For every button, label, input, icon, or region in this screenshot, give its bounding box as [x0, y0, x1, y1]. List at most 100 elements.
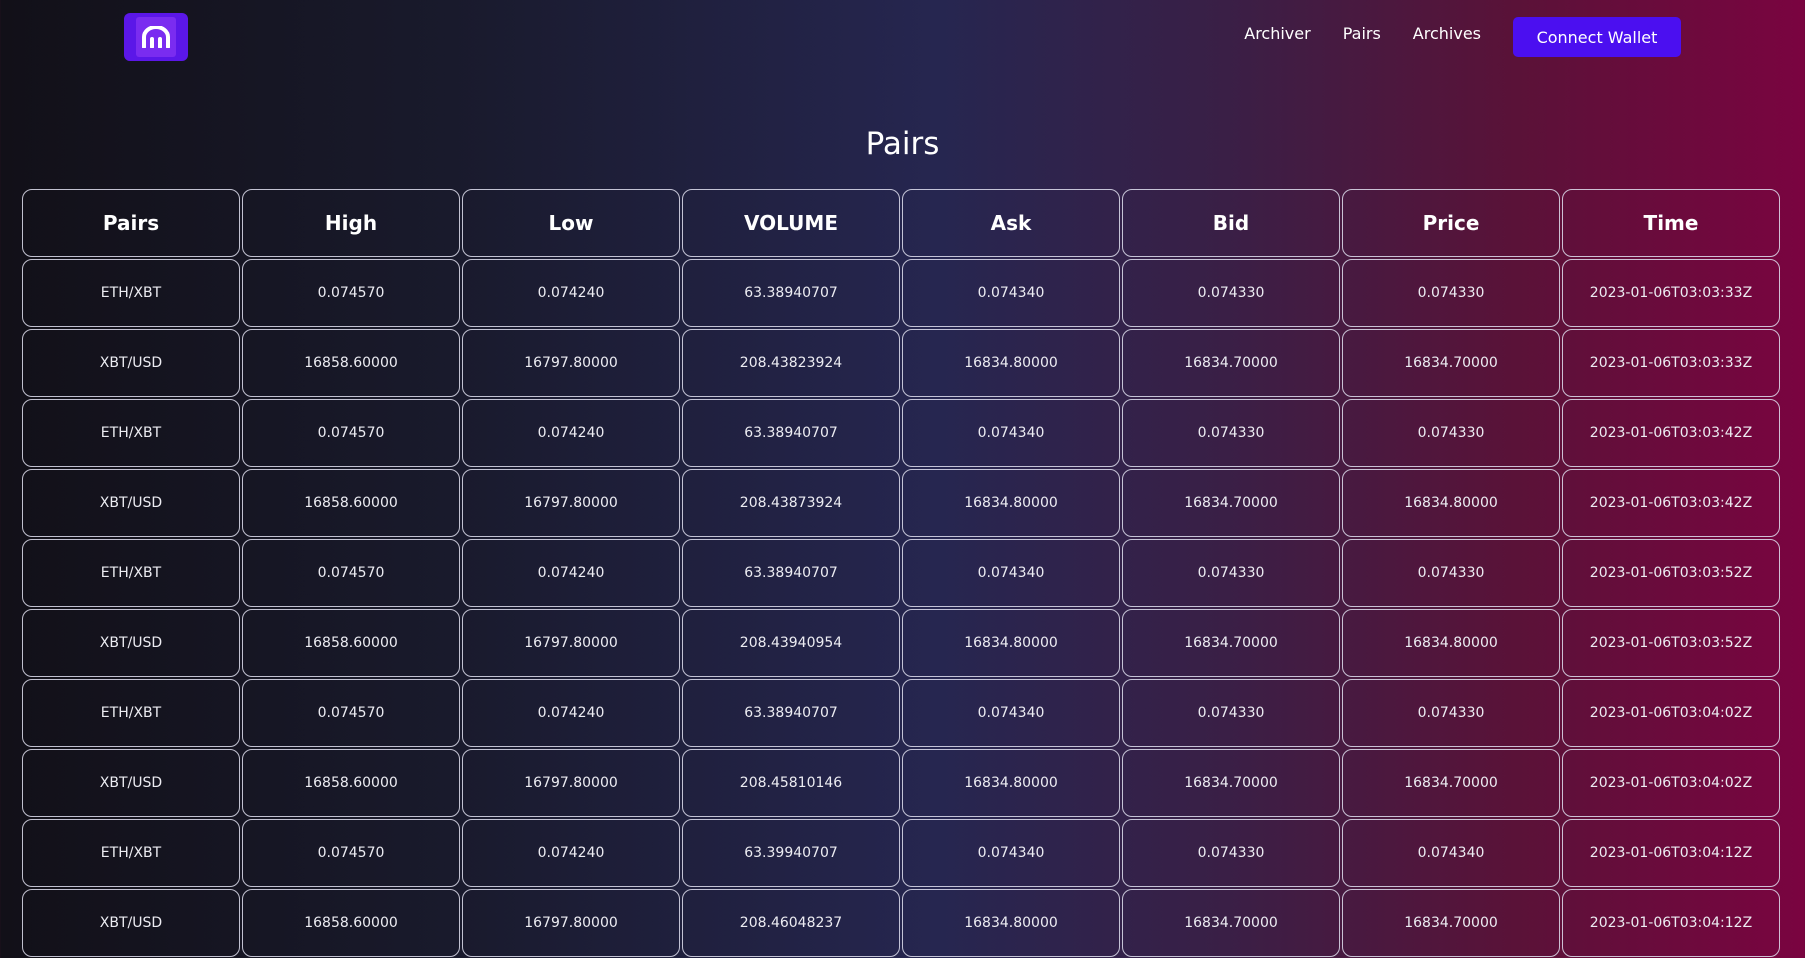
table-cell-volume: 208.43940954 — [682, 609, 900, 677]
table-header-row: Pairs High Low VOLUME Ask Bid Price Time — [22, 189, 1784, 259]
table-cell-volume: 208.43823924 — [682, 329, 900, 397]
table-cell-pairs: XBT/USD — [22, 329, 240, 397]
connect-wallet-button[interactable]: Connect Wallet — [1513, 17, 1681, 57]
table-row: ETH/XBT 0.074570 0.074240 63.38940707 0.0743… — [22, 259, 1784, 329]
table-cell-price: 16834.70000 — [1342, 329, 1560, 397]
column-header-ask: Ask — [902, 189, 1120, 257]
table-cell-pairs: ETH/XBT — [22, 679, 240, 747]
table-cell-low: 0.074240 — [462, 259, 680, 327]
table-cell-price: 16834.70000 — [1342, 889, 1560, 957]
table-cell-low: 16797.80000 — [462, 609, 680, 677]
table-cell-high: 16858.60000 — [242, 469, 460, 537]
table-cell-low: 0.074240 — [462, 399, 680, 467]
table-cell-low: 16797.80000 — [462, 469, 680, 537]
table-cell-pairs: XBT/USD — [22, 889, 240, 957]
table-cell-high: 0.074570 — [242, 819, 460, 887]
table-row: XBT/USD 16858.60000 16797.80000 208.4581014… — [22, 749, 1784, 819]
table-cell-bid: 16834.70000 — [1122, 329, 1340, 397]
table-cell-time: 2023-01-06T03:03:33Z — [1562, 329, 1780, 397]
table-cell-volume: 63.38940707 — [682, 679, 900, 747]
table-cell-low: 0.074240 — [462, 539, 680, 607]
nav-link-archiver[interactable]: Archiver — [1244, 24, 1310, 43]
table-cell-time: 2023-01-06T03:04:02Z — [1562, 749, 1780, 817]
nav-link-pairs[interactable]: Pairs — [1343, 24, 1381, 43]
table-row: XBT/USD 16858.60000 16797.80000 208.4604823… — [22, 889, 1784, 958]
table-cell-high: 16858.60000 — [242, 749, 460, 817]
table-cell-pairs: ETH/XBT — [22, 259, 240, 327]
table-cell-price: 0.074330 — [1342, 679, 1560, 747]
column-header-pairs: Pairs — [22, 189, 240, 257]
nav-link-archives[interactable]: Archives — [1413, 24, 1481, 43]
table-cell-ask: 16834.80000 — [902, 329, 1120, 397]
table-cell-pairs: ETH/XBT — [22, 819, 240, 887]
table-cell-low: 16797.80000 — [462, 749, 680, 817]
table-cell-high: 0.074570 — [242, 259, 460, 327]
table-row: ETH/XBT 0.074570 0.074240 63.38940707 0.0743… — [22, 679, 1784, 749]
table-cell-pairs: ETH/XBT — [22, 539, 240, 607]
table-cell-time: 2023-01-06T03:04:02Z — [1562, 679, 1780, 747]
table-cell-time: 2023-01-06T03:03:33Z — [1562, 259, 1780, 327]
table-cell-time: 2023-01-06T03:03:42Z — [1562, 469, 1780, 537]
table-cell-price: 0.074330 — [1342, 539, 1560, 607]
table-cell-volume: 208.43873924 — [682, 469, 900, 537]
table-cell-volume: 63.38940707 — [682, 399, 900, 467]
navbar: Archiver Pairs Archives Connect Wallet — [0, 0, 1805, 72]
column-header-volume: VOLUME — [682, 189, 900, 257]
table-cell-time: 2023-01-06T03:03:52Z — [1562, 609, 1780, 677]
table-cell-bid: 0.074330 — [1122, 259, 1340, 327]
table-cell-bid: 16834.70000 — [1122, 889, 1340, 957]
table-cell-time: 2023-01-06T03:04:12Z — [1562, 819, 1780, 887]
table-cell-low: 0.074240 — [462, 679, 680, 747]
table-cell-ask: 0.074340 — [902, 259, 1120, 327]
table-cell-time: 2023-01-06T03:03:52Z — [1562, 539, 1780, 607]
table-cell-bid: 16834.70000 — [1122, 609, 1340, 677]
table-row: ETH/XBT 0.074570 0.074240 63.38940707 0.0743… — [22, 399, 1784, 469]
table-cell-ask: 16834.80000 — [902, 609, 1120, 677]
column-header-low: Low — [462, 189, 680, 257]
table-cell-high: 0.074570 — [242, 539, 460, 607]
table-cell-high: 0.074570 — [242, 399, 460, 467]
table-cell-ask: 0.074340 — [902, 679, 1120, 747]
table-cell-ask: 0.074340 — [902, 399, 1120, 467]
table-cell-low: 0.074240 — [462, 819, 680, 887]
table-cell-bid: 16834.70000 — [1122, 469, 1340, 537]
table-cell-volume: 63.39940707 — [682, 819, 900, 887]
table-cell-ask: 16834.80000 — [902, 889, 1120, 957]
kraken-logo-icon — [136, 17, 176, 57]
table-cell-time: 2023-01-06T03:04:12Z — [1562, 889, 1780, 957]
nav-links: Archiver Pairs Archives — [1244, 24, 1481, 43]
column-header-time: Time — [1562, 189, 1780, 257]
table-cell-pairs: XBT/USD — [22, 749, 240, 817]
table-cell-high: 16858.60000 — [242, 889, 460, 957]
table-row: ETH/XBT 0.074570 0.074240 63.38940707 0.0743… — [22, 539, 1784, 609]
table-row: ETH/XBT 0.074570 0.074240 63.39940707 0.0743… — [22, 819, 1784, 889]
table-cell-bid: 0.074330 — [1122, 399, 1340, 467]
table-cell-pairs: XBT/USD — [22, 609, 240, 677]
table-row: XBT/USD 16858.60000 16797.80000 208.4382392… — [22, 329, 1784, 399]
table-row: XBT/USD 16858.60000 16797.80000 208.4387392… — [22, 469, 1784, 539]
table-cell-low: 16797.80000 — [462, 889, 680, 957]
table-cell-high: 0.074570 — [242, 679, 460, 747]
table-cell-ask: 16834.80000 — [902, 749, 1120, 817]
column-header-price: Price — [1342, 189, 1560, 257]
table-cell-bid: 0.074330 — [1122, 679, 1340, 747]
table-cell-pairs: XBT/USD — [22, 469, 240, 537]
table-cell-volume: 208.45810146 — [682, 749, 900, 817]
table-cell-high: 16858.60000 — [242, 609, 460, 677]
column-header-high: High — [242, 189, 460, 257]
table-cell-price: 16834.80000 — [1342, 469, 1560, 537]
table-cell-price: 16834.80000 — [1342, 609, 1560, 677]
table-cell-price: 0.074330 — [1342, 259, 1560, 327]
pairs-table: Pairs High Low VOLUME Ask Bid Price Time ETH/XB… — [22, 189, 1784, 958]
table-cell-price: 0.074330 — [1342, 399, 1560, 467]
table-cell-ask: 16834.80000 — [902, 469, 1120, 537]
table-cell-bid: 0.074330 — [1122, 539, 1340, 607]
logo[interactable] — [124, 13, 188, 61]
page-title: Pairs — [865, 126, 940, 162]
table-cell-volume: 208.46048237 — [682, 889, 900, 957]
table-cell-price: 0.074340 — [1342, 819, 1560, 887]
table-cell-ask: 0.074340 — [902, 539, 1120, 607]
table-cell-volume: 63.38940707 — [682, 259, 900, 327]
table-cell-low: 16797.80000 — [462, 329, 680, 397]
table-cell-ask: 0.074340 — [902, 819, 1120, 887]
